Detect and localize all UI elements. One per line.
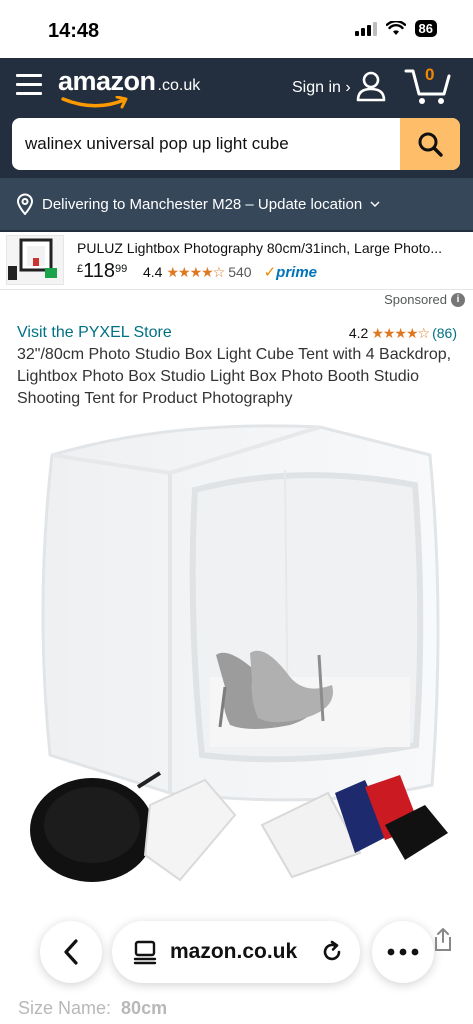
product-image[interactable]	[20, 415, 460, 895]
delivery-text: Delivering to Manchester M28 – Update lo…	[42, 195, 363, 213]
cart-count: 0	[425, 65, 435, 84]
address-bar[interactable]: mazon.co.uk	[112, 921, 360, 983]
star-rating-icon: ★★★★☆	[166, 263, 225, 280]
store-line: Visit the PYXEL Store 4.2 ★★★★☆ (86)	[17, 324, 457, 342]
browser-toolbar: mazon.co.uk	[0, 910, 473, 990]
screen: 14:48 86 amazon .co.uk Sign in › 0 walin…	[0, 0, 473, 1024]
store-link[interactable]: Visit the PYXEL Store	[17, 324, 172, 342]
listing-review-count[interactable]: (86)	[432, 325, 457, 341]
size-selector-label: Size Name: 80cm	[18, 998, 167, 1019]
status-time: 14:48	[48, 20, 100, 42]
back-arrow-icon	[64, 939, 78, 965]
price-currency: £	[77, 263, 84, 275]
location-pin-icon	[16, 193, 34, 215]
cart-button[interactable]: 0	[404, 65, 452, 106]
promo-rating: 4.4 ★★★★☆ 540 ✓prime	[143, 263, 318, 282]
url-text[interactable]: mazon.co.uk	[170, 940, 308, 964]
info-icon[interactable]: i	[451, 292, 465, 307]
promo-title[interactable]: PULUZ Lightbox Photography 80cm/31inch, …	[77, 240, 465, 256]
listing-rating[interactable]: 4.2 ★★★★☆ (86)	[349, 325, 457, 342]
chevron-down-icon	[370, 201, 380, 207]
amazon-logo[interactable]: amazon .co.uk	[58, 66, 201, 109]
product-title: 32"/80cm Photo Studio Box Light Cube Ten…	[17, 346, 452, 407]
signal-icon	[354, 21, 377, 36]
wifi-icon	[385, 21, 406, 35]
listing-rating-value: 4.2	[348, 325, 369, 341]
search-icon	[418, 132, 443, 157]
search-button[interactable]	[400, 118, 460, 170]
price-whole: 118	[83, 260, 116, 282]
price-fraction: 99	[115, 263, 128, 275]
delivery-location-bar[interactable]: Delivering to Manchester M28 – Update lo…	[0, 178, 473, 230]
promo-thumbnail[interactable]	[6, 235, 64, 285]
user-icon[interactable]	[355, 70, 387, 102]
promo-review-count: 540	[228, 264, 252, 280]
lightbox-thumbnail-image	[8, 238, 57, 280]
smile-arrow-icon	[61, 96, 128, 109]
size-value: 80cm	[121, 998, 168, 1018]
status-bar: 14:48 86	[0, 0, 473, 58]
search-bar	[12, 118, 460, 170]
prime-badge: ✓prime	[263, 264, 318, 281]
promo-price: £11899	[77, 260, 127, 283]
star-rating-icon: ★★★★☆	[371, 324, 430, 341]
reader-icon[interactable]	[132, 939, 158, 965]
more-options-button[interactable]	[372, 921, 434, 983]
prime-check-icon: ✓	[263, 264, 277, 281]
promo-rating-value: 4.4	[143, 264, 163, 280]
sponsored-label[interactable]: Sponsored i	[384, 292, 465, 307]
sponsored-text: Sponsored	[384, 292, 447, 307]
reload-icon[interactable]	[320, 940, 344, 964]
size-name-label: Size Name:	[18, 998, 112, 1018]
hamburger-menu-icon[interactable]	[16, 74, 42, 101]
search-input[interactable]	[12, 118, 400, 170]
battery-icon: 86	[414, 20, 437, 37]
share-icon[interactable]	[432, 926, 454, 952]
more-dots-icon	[387, 948, 419, 956]
logo-tld: .co.uk	[157, 77, 201, 94]
sponsored-product-strip[interactable]: PULUZ Lightbox Photography 80cm/31inch, …	[0, 230, 473, 290]
logo-main: amazon	[58, 66, 156, 96]
back-button[interactable]	[40, 921, 102, 983]
status-icons: 86	[354, 20, 437, 37]
sign-in-link[interactable]: Sign in ›	[292, 79, 351, 97]
